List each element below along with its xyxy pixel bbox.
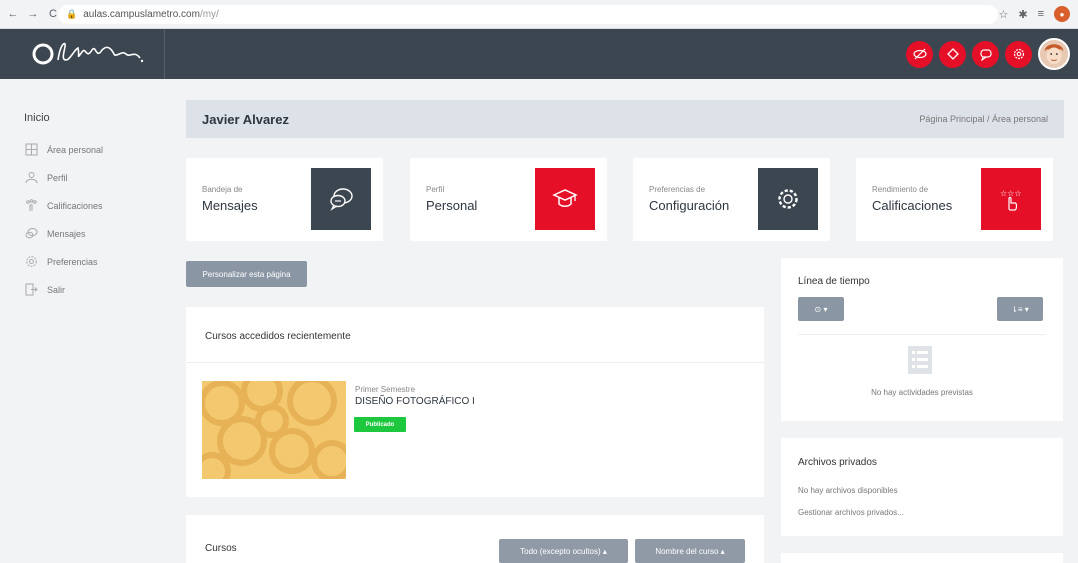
sidebar-item-label: Salir [47, 284, 66, 295]
chat-bubbles-icon [311, 168, 371, 230]
hide-blocks-icon[interactable] [906, 40, 933, 68]
stars-hand-icon: ☆☆☆ [981, 168, 1041, 230]
notifications-icon[interactable] [939, 40, 966, 68]
timeline-empty-text: No hay actividades previstas [871, 388, 973, 397]
timeline-divider [798, 334, 1046, 335]
dashboard-icon [24, 143, 38, 157]
bookmark-star-icon[interactable]: ☆ [998, 8, 1008, 21]
tile-subtitle: Rendimiento de [872, 185, 929, 194]
customize-page-button[interactable]: Personalizar esta página [186, 261, 307, 287]
page-title: Javier Alvarez [202, 111, 289, 127]
messages-icon[interactable] [972, 40, 999, 68]
sidebar-item-calificaciones[interactable]: Calificaciones [0, 194, 165, 217]
gear-icon [758, 168, 818, 230]
tile-title: Configuración [649, 198, 730, 213]
sort-icon: ⇂≡ ▾ [1011, 304, 1029, 314]
app-header [0, 29, 1078, 79]
courses-sort-dropdown[interactable]: Nombre del curso ▴ [635, 539, 745, 563]
sidebar-title[interactable]: Inicio [0, 112, 165, 124]
sidebar-item-mensajes[interactable]: Mensajes [0, 222, 165, 245]
url-host: aulas.campuslametro.com [83, 9, 200, 20]
timeline-sort-dropdown[interactable]: ⇂≡ ▾ [997, 297, 1043, 321]
private-files-empty-text: No hay archivos disponibles [798, 486, 898, 495]
back-icon[interactable]: ← [6, 7, 20, 21]
tile-title: Calificaciones [872, 198, 953, 213]
address-bar[interactable]: 🔒 aulas.campuslametro.com/my/ [58, 5, 998, 24]
logout-icon [24, 283, 38, 297]
tile-subtitle: Perfil [426, 185, 445, 194]
browser-profile-icon[interactable]: ● [1054, 6, 1070, 22]
gear-icon [24, 255, 38, 269]
sidebar-item-label: Perfil [47, 172, 68, 183]
logo-mark [32, 42, 144, 65]
timeline-title: Línea de tiempo [798, 276, 870, 287]
course-name[interactable]: DISEÑO FOTOGRÁFICO I [355, 396, 475, 407]
tile-title: Personal [426, 198, 478, 213]
messages-icon [24, 227, 38, 241]
manage-private-files-link[interactable]: Gestionar archivos privados... [798, 508, 904, 517]
sidebar-item-salir[interactable]: Salir [0, 278, 165, 301]
settings-icon[interactable] [1005, 40, 1032, 68]
tile-configuracion[interactable]: Preferencias de Configuración [633, 158, 830, 241]
courses-title: Cursos [205, 543, 237, 554]
course-category: Primer Semestre [355, 385, 416, 394]
graduation-cap-icon [535, 168, 595, 230]
recent-courses-title: Cursos accedidos recientemente [205, 331, 351, 342]
sidebar-item-area-personal[interactable]: Área personal [0, 138, 165, 161]
sidebar-item-label: Preferencias [47, 256, 98, 267]
tile-title: Mensajes [202, 198, 258, 213]
card-divider [186, 362, 764, 363]
tile-mensajes[interactable]: Bandeja de Mensajes [186, 158, 383, 241]
page-header: Javier Alvarez Página Principal / Área p… [186, 100, 1064, 138]
breadcrumb[interactable]: Página Principal / Área personal [919, 114, 1048, 124]
sidebar-item-preferencias[interactable]: Preferencias [0, 250, 165, 273]
next-block-card [781, 553, 1063, 563]
browser-toolbar: ← → C 🔒 aulas.campuslametro.com/my/ ☆ ✱ … [0, 0, 1078, 29]
forward-icon[interactable]: → [26, 7, 40, 21]
status-badge: Publicado [354, 417, 406, 432]
sidebar-item-perfil[interactable]: Perfil [0, 166, 165, 189]
extensions-icon[interactable]: ✱ [1018, 8, 1027, 21]
tile-subtitle: Bandeja de [202, 185, 243, 194]
tile-subtitle: Preferencias de [649, 185, 706, 194]
courses-filter-dropdown[interactable]: Todo (excepto ocultos) ▴ [499, 539, 628, 563]
tile-perfil[interactable]: Perfil Personal [410, 158, 607, 241]
reading-list-icon[interactable]: ≡ [1038, 8, 1044, 20]
lock-icon: 🔒 [66, 9, 78, 19]
svg-text:☆☆☆: ☆☆☆ [1000, 189, 1022, 198]
user-avatar[interactable] [1038, 38, 1070, 70]
site-logo[interactable] [30, 36, 150, 77]
logo-divider [164, 29, 165, 79]
url-path: /my/ [199, 9, 219, 20]
private-files-title: Archivos privados [798, 457, 877, 468]
sidebar-item-label: Mensajes [47, 228, 86, 239]
user-icon [24, 171, 38, 185]
empty-list-icon [906, 345, 934, 380]
clock-icon: ⊙ ▾ [814, 304, 828, 314]
sidebar-item-label: Calificaciones [47, 200, 103, 211]
timeline-filter-dropdown[interactable]: ⊙ ▾ [798, 297, 844, 321]
sidebar-nav: Inicio Área personal Perfil Calificacion… [0, 79, 165, 563]
grades-icon [24, 199, 38, 213]
course-thumbnail[interactable] [202, 381, 346, 479]
sidebar-item-label: Área personal [47, 144, 104, 155]
tile-calificaciones[interactable]: Rendimiento de Calificaciones ☆☆☆ [856, 158, 1053, 241]
